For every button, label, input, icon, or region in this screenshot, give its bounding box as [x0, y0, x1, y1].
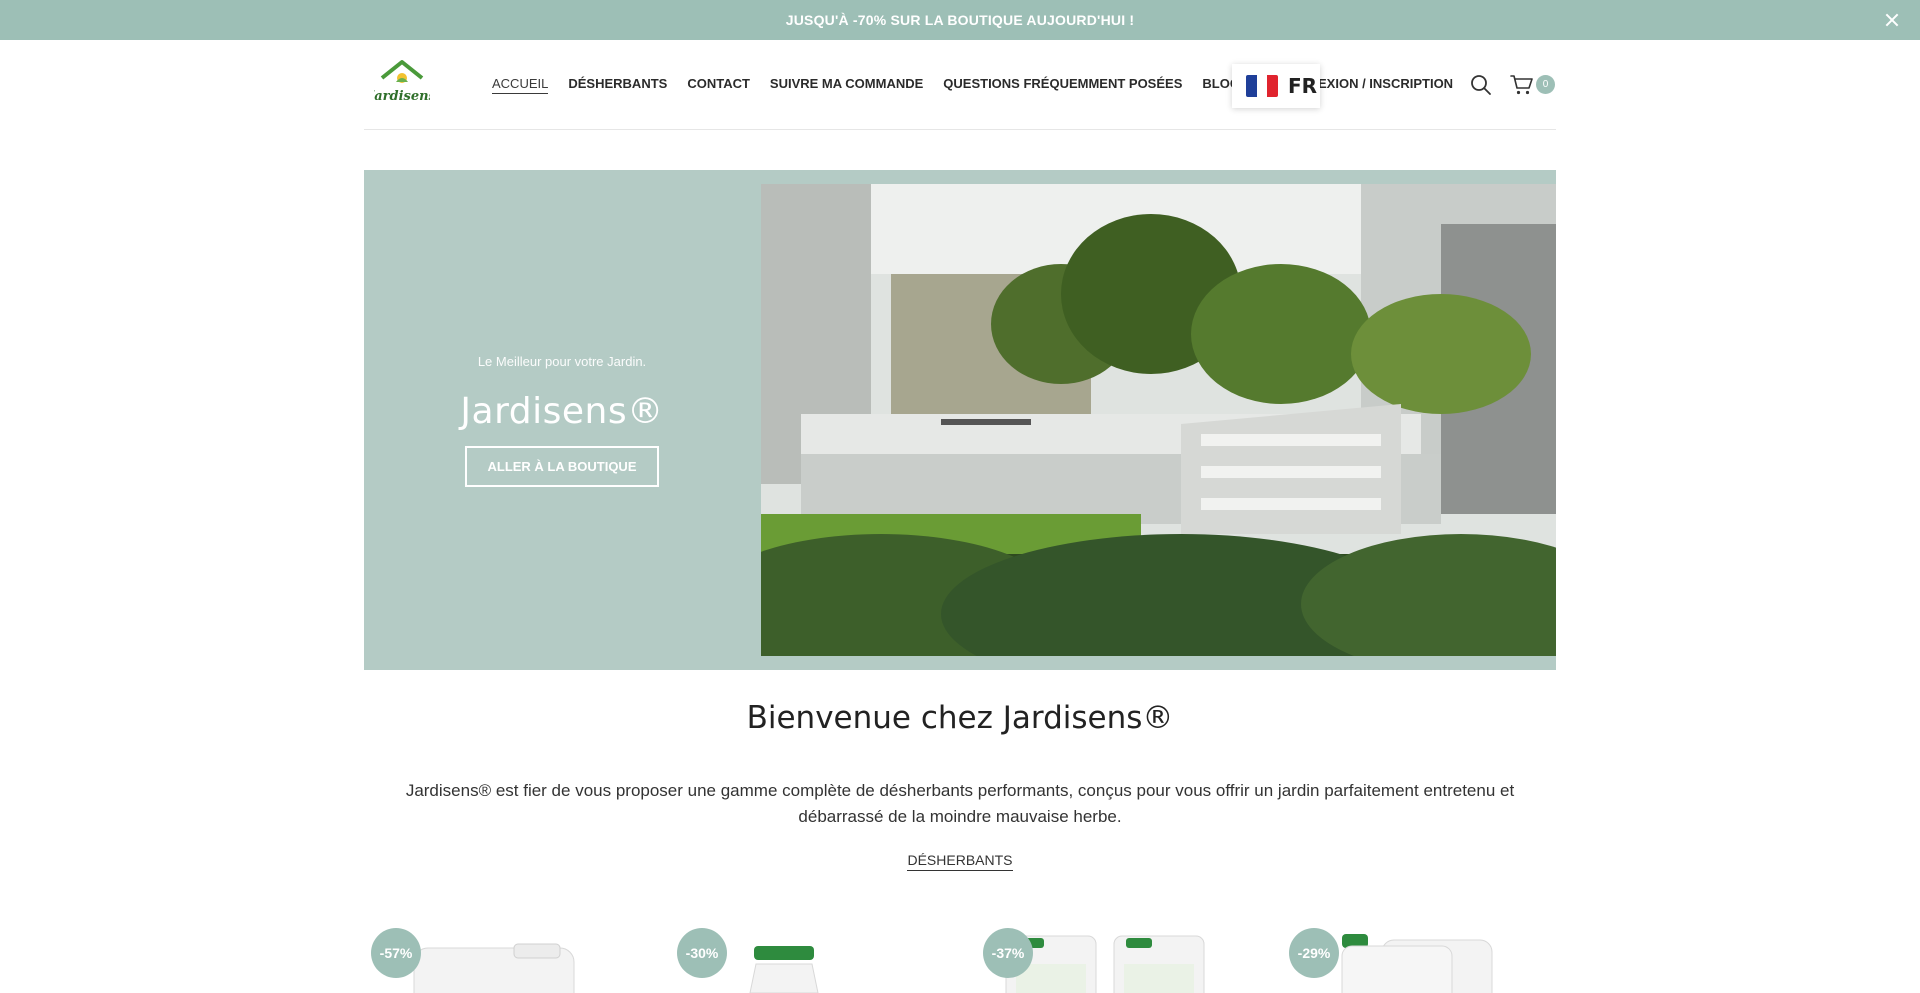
hero-banner: Le Meilleur pour votre Jardin. Jardisens…: [364, 170, 1556, 670]
nav-contact[interactable]: CONTACT: [687, 76, 750, 94]
language-code: FR: [1288, 74, 1318, 98]
discount-badge: -29%: [1289, 928, 1339, 978]
shop-button[interactable]: ALLER À LA BOUTIQUE: [465, 445, 659, 487]
promo-text: JUSQU'À -70% SUR LA BOUTIQUE AUJOURD'HUI…: [785, 12, 1135, 28]
garden-image: [761, 184, 1556, 656]
nav-suivre-commande[interactable]: SUIVRE MA COMMANDE: [770, 76, 923, 94]
hero-title: Jardisens®: [460, 390, 664, 432]
product-card[interactable]: -57%: [364, 924, 644, 993]
discount-badge: -57%: [371, 928, 421, 978]
nav-desherbants[interactable]: DÉSHERBANTS: [568, 76, 667, 94]
france-flag-icon: [1246, 75, 1278, 97]
search-icon[interactable]: [1470, 74, 1492, 96]
welcome-text: Jardisens® est fier de vous proposer une…: [405, 781, 1515, 826]
category-link-wrapper: DÉSHERBANTS: [364, 852, 1556, 871]
language-switcher[interactable]: FR: [1232, 64, 1320, 108]
hero-subtitle: Le Meilleur pour votre Jardin.: [477, 353, 647, 369]
logo-icon: Jardisens: [365, 60, 437, 104]
close-icon[interactable]: [1882, 10, 1902, 30]
welcome-title: Bienvenue chez Jardisens®: [746, 700, 1174, 736]
product-card[interactable]: -37%: [976, 924, 1256, 993]
product-card[interactable]: -30%: [670, 924, 950, 993]
svg-text:Jardisens: Jardisens: [374, 89, 430, 104]
product-grid: -57% -30% -37% -29%: [364, 924, 1556, 993]
hero-text-panel: Le Meilleur pour votre Jardin. Jardisens…: [364, 170, 760, 670]
category-link-desherbants[interactable]: DÉSHERBANTS: [907, 852, 1013, 871]
main-nav: ACCUEIL DÉSHERBANTS CONTACT SUIVRE MA CO…: [492, 76, 1240, 94]
discount-badge: -30%: [677, 928, 727, 978]
promo-bar: JUSQU'À -70% SUR LA BOUTIQUE AUJOURD'HUI…: [0, 0, 1920, 40]
login-link[interactable]: EXION / INSCRIPTION: [1318, 76, 1453, 91]
logo[interactable]: Jardisens: [365, 56, 437, 108]
nav-accueil[interactable]: ACCUEIL: [492, 76, 549, 94]
nav-faq[interactable]: QUESTIONS FRÉQUEMMENT POSÉES: [943, 76, 1182, 94]
product-card[interactable]: -29%: [1282, 924, 1562, 993]
cart-count-badge: 0: [1536, 75, 1555, 94]
discount-badge: -37%: [983, 928, 1033, 978]
garden-illustration: [761, 184, 1556, 656]
site-header: Jardisens ACCUEIL DÉSHERBANTS CONTACT SU…: [364, 40, 1556, 130]
cart-icon[interactable]: [1510, 74, 1534, 96]
